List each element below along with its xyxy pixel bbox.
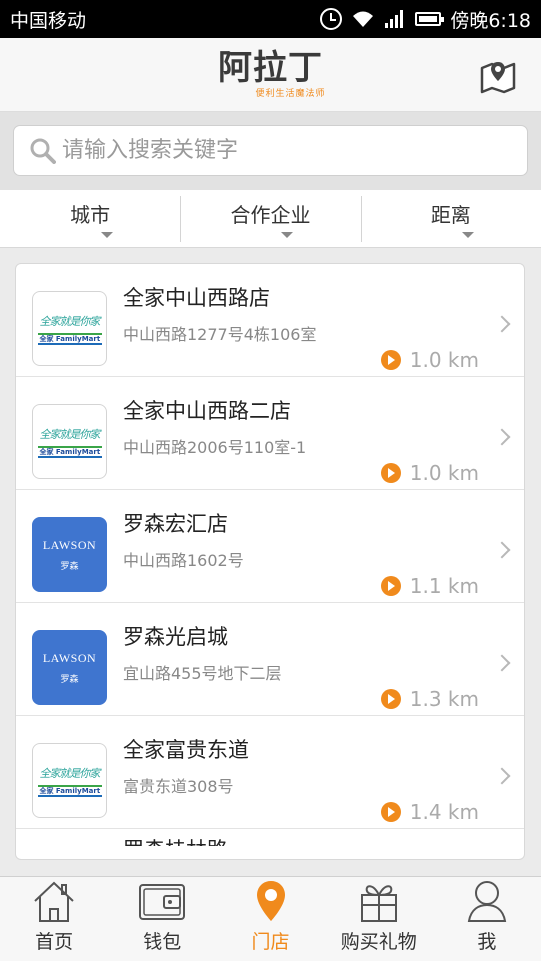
chevron-right-icon <box>493 315 511 333</box>
store-address: 中山西路1277号4栋106室 <box>123 325 317 344</box>
play-circle-icon <box>380 689 401 709</box>
map-pin-icon[interactable] <box>479 58 517 94</box>
store-distance: 1.1 km <box>380 574 479 598</box>
store-item[interactable]: LAWSON 罗森 罗森光启城 宜山路455号地下二层 1.3 km <box>16 603 524 716</box>
wifi-icon <box>353 11 374 27</box>
lawson-logo: LAWSON 罗森 <box>32 517 107 592</box>
familymart-logo: 全家就是你家 全家 FamilyMart <box>32 404 107 479</box>
store-address: 宜山路455号地下二层 <box>123 664 282 683</box>
store-item[interactable]: 全家就是你家 全家 FamilyMart 全家中山西路店 中山西路1277号4栋… <box>16 264 524 377</box>
filter-city-label: 城市 <box>70 203 111 227</box>
dropdown-arrow-icon <box>101 232 114 238</box>
play-circle-icon <box>380 350 401 370</box>
tab-stores-label: 门店 <box>251 931 290 953</box>
wallet-icon <box>139 884 186 920</box>
store-distance: 1.4 km <box>380 800 479 824</box>
app-logo: 阿拉丁 便利生活魔法师 <box>215 50 325 99</box>
chevron-right-icon <box>493 654 511 672</box>
search-box[interactable] <box>13 125 528 176</box>
tab-me-label: 我 <box>477 931 497 953</box>
store-name: 全家中山西路二店 <box>123 399 291 423</box>
search-icon <box>30 138 56 164</box>
store-name: 全家中山西路店 <box>123 286 270 310</box>
filter-distance-label: 距离 <box>430 203 471 227</box>
filter-partner-label: 合作企业 <box>230 203 311 227</box>
search-input[interactable] <box>62 138 482 163</box>
familymart-logo: 全家就是你家 全家 FamilyMart <box>32 743 107 818</box>
chevron-right-icon <box>493 767 511 785</box>
tab-home[interactable]: 首页 <box>0 877 108 961</box>
logo-tagline: 便利生活魔法师 <box>255 89 326 99</box>
distance-text: 1.4 km <box>409 800 479 824</box>
clock-label: 傍晚6:18 <box>450 9 531 32</box>
store-item-partial[interactable]: 罗森桂林路 <box>16 829 524 860</box>
store-item[interactable]: 全家就是你家 全家 FamilyMart 全家富贵东道 富贵东道308号 1.4… <box>16 716 524 829</box>
distance-text: 1.3 km <box>409 687 479 711</box>
bottom-tab-bar: 首页 钱包 门店 购买礼物 我 <box>0 876 541 961</box>
app-header: 阿拉丁 便利生活魔法师 <box>0 38 541 112</box>
store-item[interactable]: 全家就是你家 全家 FamilyMart 全家中山西路二店 中山西路2006号1… <box>16 377 524 490</box>
tab-home-label: 首页 <box>35 931 74 953</box>
filter-distance[interactable]: 距离 <box>360 190 541 247</box>
tab-wallet-label: 钱包 <box>143 931 182 953</box>
search-bar-container <box>0 112 541 190</box>
store-name: 罗森光启城 <box>123 625 228 649</box>
distance-text: 1.0 km <box>409 348 479 372</box>
play-circle-icon <box>380 802 401 822</box>
store-distance: 1.0 km <box>380 461 479 485</box>
signal-icon <box>385 10 404 28</box>
dropdown-arrow-icon <box>281 232 294 238</box>
lawson-logo: LAWSON 罗森 <box>32 630 107 705</box>
tab-buy-gift-label: 购买礼物 <box>340 931 417 953</box>
store-address: 富贵东道308号 <box>123 777 234 796</box>
user-icon <box>467 881 507 922</box>
filter-city[interactable]: 城市 <box>0 190 180 247</box>
store-name: 罗森桂林路 <box>123 838 228 860</box>
store-name: 罗森宏汇店 <box>123 512 228 536</box>
store-item[interactable]: LAWSON 罗森 罗森宏汇店 中山西路1602号 1.1 km <box>16 490 524 603</box>
chevron-right-icon <box>493 541 511 559</box>
home-icon <box>34 881 74 922</box>
tab-me[interactable]: 我 <box>433 877 541 961</box>
play-circle-icon <box>380 463 401 483</box>
store-name: 全家富贵东道 <box>123 738 249 762</box>
distance-text: 1.0 km <box>409 461 479 485</box>
alarm-icon <box>320 8 343 30</box>
location-pin-icon <box>256 881 285 921</box>
tab-wallet[interactable]: 钱包 <box>108 877 216 961</box>
dropdown-arrow-icon <box>461 232 474 238</box>
store-address: 中山西路2006号110室-1 <box>123 438 307 457</box>
store-distance: 1.3 km <box>380 687 479 711</box>
filter-partner[interactable]: 合作企业 <box>180 190 360 247</box>
carrier-label: 中国移动 <box>10 9 87 32</box>
familymart-logo: 全家就是你家 全家 FamilyMart <box>32 291 107 366</box>
status-bar: 中国移动 傍晚6:18 <box>0 0 541 38</box>
play-circle-icon <box>380 576 401 596</box>
logo-main-text: 阿拉丁 <box>217 49 323 87</box>
store-list[interactable]: 全家就是你家 全家 FamilyMart 全家中山西路店 中山西路1277号4栋… <box>15 263 525 860</box>
chevron-right-icon <box>493 428 511 446</box>
gift-icon <box>360 885 397 922</box>
battery-icon <box>415 12 445 26</box>
filter-bar: 城市 合作企业 距离 <box>0 190 541 248</box>
store-address: 中山西路1602号 <box>123 551 244 570</box>
store-distance: 1.0 km <box>380 348 479 372</box>
tab-stores[interactable]: 门店 <box>216 877 324 961</box>
tab-buy-gift[interactable]: 购买礼物 <box>325 877 433 961</box>
distance-text: 1.1 km <box>409 574 479 598</box>
